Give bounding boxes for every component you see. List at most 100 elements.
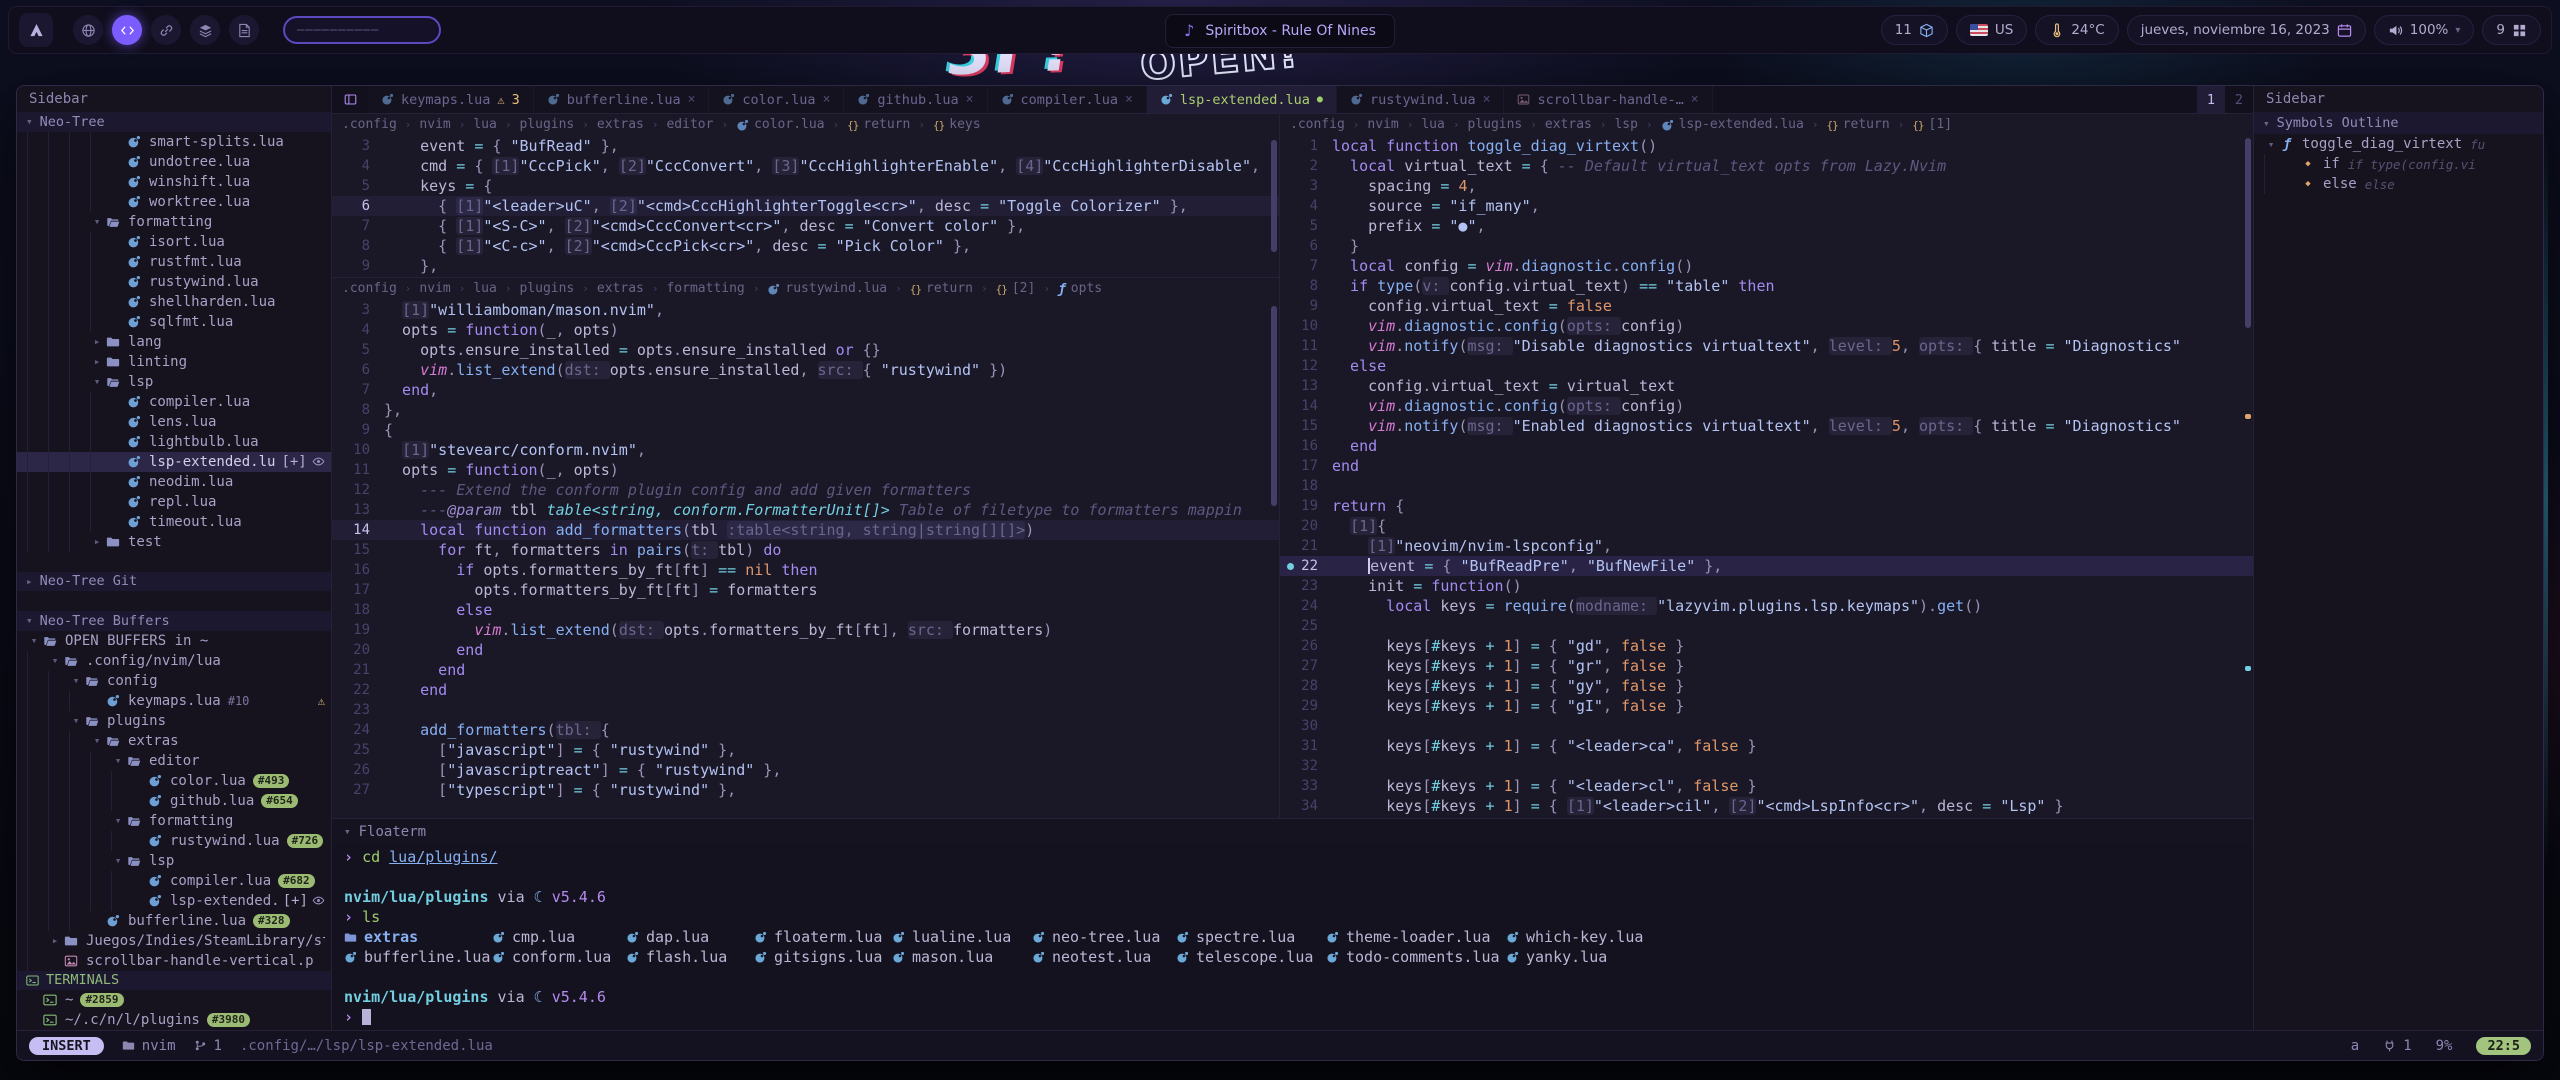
code-line[interactable]: 17 opts.formatters_by_ft[ft] = formatter…	[332, 580, 1279, 600]
breadcrumb-segment[interactable]: extras	[597, 278, 644, 300]
code-line[interactable]: 4 cmd = { [1]"CccPick", [2]"CccConvert",…	[332, 156, 1279, 176]
code-line[interactable]: 26 ["javascriptreact"] = { "rustywind" }…	[332, 760, 1279, 780]
code-line[interactable]: 13 ---@param tbl table<string, conform.F…	[332, 500, 1279, 520]
code-line[interactable]: 18	[1280, 476, 2253, 496]
tab-number-2[interactable]: 2	[2225, 86, 2253, 113]
breadcrumb-segment[interactable]: {}keys	[933, 114, 981, 136]
workspace-button-filedoc[interactable]	[229, 15, 259, 45]
tree-item-lens-lua[interactable]: lens.lua	[17, 412, 331, 432]
tab-number-1[interactable]: 1	[2197, 86, 2225, 113]
chevron-down-icon[interactable]: ▾	[111, 754, 125, 767]
tree-item-if[interactable]: ◆ifif type(config.vi	[2254, 154, 2543, 174]
tree-item-test[interactable]: ▸test	[17, 532, 331, 552]
terminal-line[interactable]: nvim/lua/plugins via ☾ v5.4.6	[344, 887, 2253, 907]
code-line[interactable]: 9 },	[332, 256, 1279, 276]
breadcrumb-segment[interactable]: lua	[473, 114, 496, 136]
chevron-down-icon[interactable]: ▾	[27, 634, 41, 647]
close-icon[interactable]: ×	[688, 92, 696, 107]
code-line[interactable]: 10 vim.diagnostic.config(opts: config)	[1280, 316, 2253, 336]
keyboard-layout-widget[interactable]: US	[1956, 15, 2027, 45]
breadcrumb-segment[interactable]: .config	[1290, 114, 1345, 136]
scrollbar-handle[interactable]	[2245, 138, 2251, 328]
code-line[interactable]: 11 vim.notify(msg: "Disable diagnostics …	[1280, 336, 2253, 356]
tree-item-lsp-extended-lu[interactable]: lsp-extended.lu[+]	[17, 452, 331, 472]
code-line[interactable]: 19return {	[1280, 496, 2253, 516]
tree-item-lang[interactable]: ▸lang	[17, 332, 331, 352]
code-line[interactable]: 5 prefix = "●",	[1280, 216, 2253, 236]
code-line[interactable]: 7 { [1]"<S-C>", [2]"<cmd>CccConvert<cr>"…	[332, 216, 1279, 236]
code-line[interactable]: 20 end	[332, 640, 1279, 660]
code-line[interactable]: 32	[1280, 756, 2253, 776]
terminal-line[interactable]: › ls	[344, 907, 2253, 927]
breadcrumb-segment[interactable]: extras	[597, 114, 644, 136]
chevron-right-icon[interactable]: ▸	[90, 535, 104, 548]
terminal-line[interactable]: › cd lua/plugins/	[344, 847, 2253, 867]
code-line[interactable]: 15 for ft, formatters in pairs(t: tbl) d…	[332, 540, 1279, 560]
tree-item-plugins[interactable]: ▾plugins	[17, 711, 331, 731]
code-line[interactable]: 23 init = function()	[1280, 576, 2253, 596]
code-line[interactable]: 34 keys[#keys + 1] = { [1]"<leader>cil",…	[1280, 796, 2253, 816]
neo-tree-git-header[interactable]: ▸ Neo-Tree Git	[17, 572, 331, 592]
neo-tree-buffers-header[interactable]: ▾ Neo-Tree Buffers	[17, 611, 331, 631]
chevron-down-icon[interactable]: ▾	[69, 714, 83, 727]
code-line[interactable]: 8},	[332, 400, 1279, 420]
tree-item-repl-lua[interactable]: repl.lua	[17, 492, 331, 512]
breadcrumb-segment[interactable]: nvim	[419, 114, 450, 136]
breadcrumb-segment[interactable]: .config	[342, 114, 397, 136]
breadcrumb-segment[interactable]: {}[1]	[1912, 114, 1952, 136]
breadcrumb-segment[interactable]: lua	[1421, 114, 1444, 136]
code-line[interactable]: 16 if opts.formatters_by_ft[ft] == nil t…	[332, 560, 1279, 580]
tab-github-lua[interactable]: github.lua×	[844, 86, 987, 113]
workspace-button-code[interactable]	[112, 15, 142, 45]
breadcrumb-segment[interactable]: {}return	[910, 278, 973, 300]
breadcrumb-segment[interactable]: ƒopts	[1058, 278, 1102, 300]
tree-item-lsp-extended-lu[interactable]: lsp-extended.lu[+]	[17, 891, 331, 911]
code-line[interactable]: 22 event = { "BufReadPre", "BufNewFile" …	[1280, 556, 2253, 576]
code-line[interactable]: 9{	[332, 420, 1279, 440]
close-icon[interactable]: ×	[1125, 92, 1133, 107]
floaterm-terminal[interactable]: › cd lua/plugins/nvim/lua/plugins via ☾ …	[332, 844, 2253, 1030]
code-line[interactable]: 12 --- Extend the conform plugin config …	[332, 480, 1279, 500]
code-line[interactable]: 5 opts.ensure_installed = opts.ensure_in…	[332, 340, 1279, 360]
now-playing-widget[interactable]: ♪ Spiritbox - Rule Of Nines	[1165, 14, 1395, 48]
code-line[interactable]: 7 local config = vim.diagnostic.config()	[1280, 256, 2253, 276]
code-line[interactable]: 13 config.virtual_text = virtual_text	[1280, 376, 2253, 396]
scrollbar-handle[interactable]	[1271, 140, 1277, 252]
breadcrumb-segment[interactable]: nvim	[1367, 114, 1398, 136]
code-line[interactable]: 25 ["javascript"] = { "rustywind" },	[332, 740, 1279, 760]
code-line[interactable]: 16 end	[1280, 436, 2253, 456]
tree-item-rustywind-lua[interactable]: rustywind.lua#726	[17, 831, 331, 851]
tree-item-open-buffers-in[interactable]: ▾OPEN BUFFERS in ~	[17, 631, 331, 651]
tab-rustywind-lua[interactable]: rustywind.lua×	[1337, 86, 1505, 113]
close-icon[interactable]: ×	[823, 92, 831, 107]
chevron-down-icon[interactable]: ▾	[48, 654, 62, 667]
code-line[interactable]: 11 opts = function(_, opts)	[332, 460, 1279, 480]
tree-item-config[interactable]: ▾config	[17, 671, 331, 691]
tree-item-rustfmt-lua[interactable]: rustfmt.lua	[17, 252, 331, 272]
tree-item-smart-splits-lua[interactable]: smart-splits.lua	[17, 132, 331, 152]
tree-item-winshift-lua[interactable]: winshift.lua	[17, 172, 331, 192]
scrollbar-handle[interactable]	[1271, 306, 1277, 506]
tree-item-bufferline-lua[interactable]: bufferline.lua#328	[17, 911, 331, 931]
screens-widget[interactable]: 9	[2482, 15, 2541, 45]
code-line[interactable]: 6 vim.list_extend(dst: opts.ensure_insta…	[332, 360, 1279, 380]
code-line[interactable]: 7 end,	[332, 380, 1279, 400]
updates-widget[interactable]: 11	[1881, 15, 1948, 45]
code-line[interactable]: 26 keys[#keys + 1] = { "gd", false }	[1280, 636, 2253, 656]
tree-item-else[interactable]: ◆elseelse	[2254, 174, 2543, 194]
tree-item-formatting[interactable]: ▾formatting	[17, 212, 331, 232]
terminals-header[interactable]: TERMINALS	[17, 971, 331, 991]
chevron-down-icon[interactable]: ▾	[111, 854, 125, 867]
chevron-down-icon[interactable]: ▾	[2264, 138, 2278, 151]
code-line[interactable]: 4 opts = function(_, opts)	[332, 320, 1279, 340]
tab-lsp-extended-lua[interactable]: lsp-extended.lua●	[1147, 86, 1337, 113]
code-line[interactable]: 24 local keys = require(modname: "lazyvi…	[1280, 596, 2253, 616]
weather-widget[interactable]: 24°C	[2035, 15, 2118, 45]
search-input[interactable]: ──────────	[283, 16, 441, 44]
breadcrumb-segment[interactable]: editor	[666, 114, 713, 136]
close-icon[interactable]: ×	[966, 92, 974, 107]
code-line[interactable]: 30	[1280, 716, 2253, 736]
terminal-line[interactable]	[344, 967, 2253, 987]
code-line[interactable]: 6 { [1]"<leader>uC", [2]"<cmd>CccHighlig…	[332, 196, 1279, 216]
workspace-button-layers[interactable]	[190, 15, 220, 45]
